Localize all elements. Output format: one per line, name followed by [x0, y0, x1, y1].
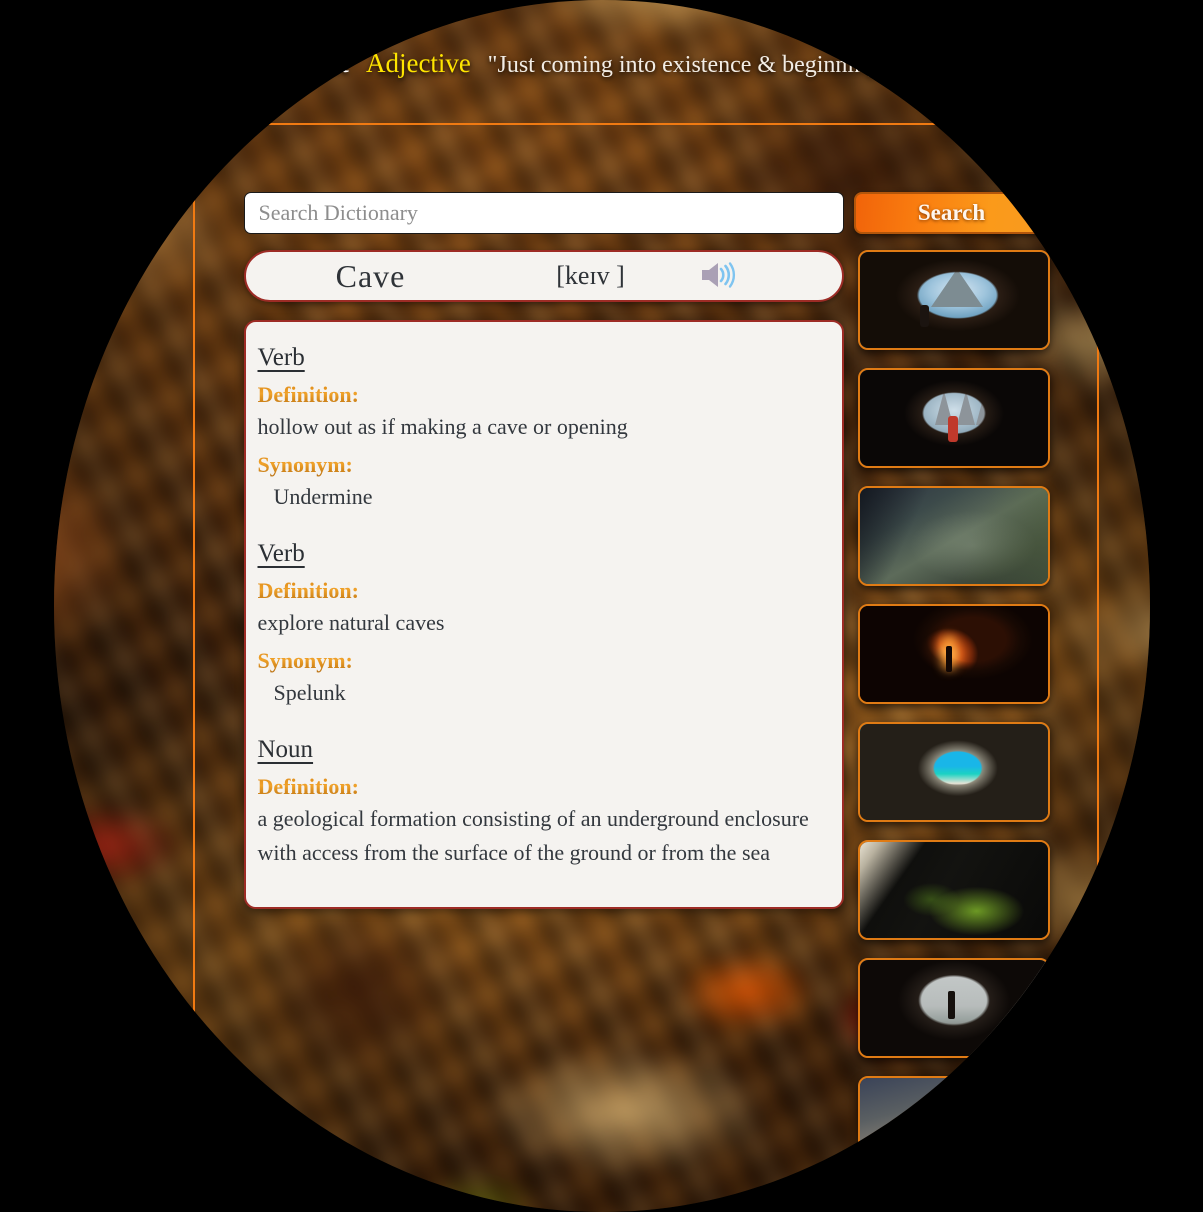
image-results-list — [857, 250, 1054, 1194]
image-thumbnail-cave-red-glow-torch[interactable] — [857, 604, 1050, 704]
entry-part-of-speech: Verb — [257, 540, 305, 568]
search-row — [243, 192, 844, 234]
thumb-rock-frame — [859, 252, 1048, 348]
definition-label: Definition: — [258, 774, 830, 800]
image-thumbnail-cave-mountain-view-hiker[interactable] — [857, 250, 1050, 350]
definition-text: a geological formation consisting of an … — [257, 806, 809, 866]
image-thumbnail-cave-canyon-green-rock[interactable] — [857, 486, 1050, 586]
phonetic-transcription: [keɪv ] — [556, 261, 625, 290]
word-header-card: Cave [keɪv ] — [243, 250, 844, 302]
synonym-text: Undermine — [273, 484, 373, 510]
thumb-figure — [919, 304, 929, 327]
speaker-icon — [698, 259, 738, 294]
synonym-text: Spelunk — [273, 680, 346, 706]
search-button[interactable]: Search — [853, 192, 1050, 234]
thumb-rock-frame — [859, 724, 1048, 820]
thumb-rock-frame — [859, 842, 1048, 938]
definition-text: hollow out as if making a cave or openin… — [257, 414, 628, 439]
definition-label: Definition: — [258, 382, 830, 408]
synonym-label: Synonym: — [258, 452, 830, 478]
wotd-part-of-speech: Adjective — [365, 48, 471, 78]
thumb-rock-frame — [859, 1078, 1048, 1174]
images-column: Search — [853, 192, 1060, 1176]
definition-entry: Verb Definition: explore natural caves S… — [258, 532, 830, 728]
thumb-rock-frame — [859, 606, 1048, 702]
thumb-figure — [945, 646, 952, 673]
thumb-figure — [947, 416, 958, 443]
wotd-definition: "Just coming into existence & beginning … — [487, 52, 949, 78]
pronounce-audio-button[interactable] — [686, 258, 796, 295]
headword: Cave — [335, 257, 406, 294]
circular-window: Nascent Adjective "Just coming into exis… — [53, 0, 1150, 1212]
entry-part-of-speech: Verb — [257, 344, 305, 371]
definition-text: explore natural caves — [257, 610, 445, 636]
wotd-word: Nascent — [254, 48, 350, 78]
word-of-the-day-text: Nascent Adjective "Just coming into exis… — [254, 48, 949, 78]
dictionary-column: Cave [keɪv ] — [243, 192, 844, 909]
word-of-the-day-banner: Nascent Adjective "Just coming into exis… — [53, 0, 1150, 125]
definition-entry: Noun Definition: a geological formation … — [258, 728, 830, 888]
entry-part-of-speech: Noun — [257, 736, 314, 764]
definition-entry: Verb Definition: hollow out as if making… — [258, 336, 830, 532]
definition-label: Definition: — [258, 578, 830, 604]
synonym-label: Synonym: — [258, 648, 830, 674]
definitions-card: Verb Definition: hollow out as if making… — [243, 320, 844, 909]
thumb-rock-frame — [859, 488, 1048, 584]
app-viewport: Nascent Adjective "Just coming into exis… — [0, 0, 1203, 1212]
image-thumbnail-cave-beach-turquoise-sea[interactable] — [857, 722, 1050, 822]
thumb-figure — [947, 990, 955, 1019]
search-input[interactable] — [243, 192, 844, 234]
image-thumbnail-cave-light-shaft-moss[interactable] — [857, 840, 1050, 940]
image-thumbnail-cave-embers-fire[interactable] — [857, 1076, 1050, 1176]
image-thumbnail-cave-ocean-shore-silhouette[interactable] — [857, 958, 1050, 1058]
image-thumbnail-cave-opening-dolomites-hiker[interactable] — [857, 368, 1050, 468]
